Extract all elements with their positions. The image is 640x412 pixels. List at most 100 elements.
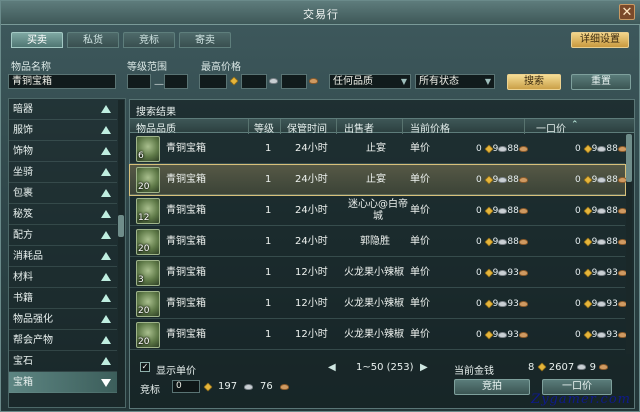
category-item[interactable]: 服饰 [9,120,117,141]
watermark-logo: Zygamer.com [531,392,631,407]
category-label: 服饰 [13,125,33,136]
copper-amount: 9 [589,362,596,373]
scrollbar-thumb[interactable] [626,134,632,182]
max-price-silver-input[interactable] [241,74,267,89]
item-stack-count: 20 [138,337,150,347]
scrollbar-thumb[interactable] [118,215,124,237]
storage-time: 24小时 [295,205,328,216]
buyout-price: 0 9 88 [575,165,627,195]
silver-icon [597,145,607,152]
item-stack-count: 20 [138,244,150,254]
expand-icon [101,315,111,323]
category-item[interactable]: 包裹 [9,183,117,204]
title-bar[interactable]: 交易行 ✕ [1,1,640,25]
quality-select-value: 任何品质 [333,76,373,87]
item-level: 1 [265,329,272,340]
bid-label: 竞标 [140,385,160,396]
table-row[interactable]: 12 青铜宝箱 1 24小时 迷心心@白帝城 单价 0 9 88 0 9 88 [130,196,627,229]
next-page-icon[interactable]: ▶ [420,362,428,373]
tab-private-goods[interactable]: 私货 [67,32,119,48]
bid-button[interactable]: 竞拍 [454,379,530,395]
tab-buy-sell[interactable]: 买卖 [11,32,63,48]
show-unit-price-label: 显示单价 [156,366,196,377]
results-panel: 搜索结果 物品品质 等级 保管时间 出售者 当前价格 一口价 ⌃ 6 青铜宝箱 … [129,99,635,409]
price-label: 单价 [410,298,430,309]
reset-button[interactable]: 重置 [571,74,631,90]
status-select-value: 所有状态 [419,76,459,87]
column-divider [336,119,337,134]
detail-settings-button[interactable]: 详细设置 [571,32,629,48]
category-item[interactable]: 配方 [9,225,117,246]
category-label: 暗器 [13,104,33,115]
table-row[interactable]: 20 青铜宝箱 1 12小时 火龙果小辣椒 单价 0 9 93 0 9 93 [130,320,627,350]
gold-amount: 0 [476,144,482,154]
column-divider [280,119,281,134]
status-select[interactable]: 所有状态 ▼ [415,74,495,89]
table-row[interactable]: 20 青铜宝箱 1 12小时 火龙果小辣椒 单价 0 9 93 0 9 93 [130,289,627,319]
category-item[interactable]: 消耗品 [9,246,117,267]
gold-amount: 0 [476,206,482,216]
current-price: 0 9 93 [476,289,528,319]
item-name-input[interactable]: 青铜宝箱 [8,74,116,89]
col-header-buyout[interactable]: 一口价 [536,120,566,135]
table-row[interactable]: 3 青铜宝箱 1 12小时 火龙果小辣椒 单价 0 9 93 0 9 93 [130,258,627,288]
category-item[interactable]: 帮会产物 [9,330,117,351]
max-price-copper-input[interactable] [281,74,307,89]
silver-icon [244,384,253,390]
bid-gold-input[interactable]: 0 [172,380,200,393]
table-row-selected[interactable]: 20 青铜宝箱 1 24小时 止宴 单价 0 9 88 0 9 88 [129,164,627,196]
category-label: 宝石 [13,356,33,367]
trading-house-window: 交易行 ✕ 买卖 私货 竞标 寄卖 详细设置 物品名称 等级范围 最高价格 青铜… [0,0,640,412]
price-label: 单价 [410,267,430,278]
tab-bidding[interactable]: 竞标 [123,32,175,48]
silver-icon [269,78,278,84]
quality-select[interactable]: 任何品质 ▼ [329,74,411,89]
col-header-level[interactable]: 等级 [254,120,274,135]
gold-icon [229,76,239,86]
level-max-input[interactable] [164,74,188,89]
pagination-text: 1~50 (253) [356,362,414,373]
sidebar-scrollbar[interactable] [118,100,124,406]
seller-name: 郭隐胜 [360,236,390,247]
col-header-quality[interactable]: 物品品质 [136,120,176,135]
category-item[interactable]: 物品强化 [9,309,117,330]
col-header-seller[interactable]: 出售者 [344,120,374,135]
col-header-time[interactable]: 保管时间 [287,120,327,135]
copper-amount: 88 [606,237,618,247]
bid-silver-amount[interactable]: 197 [218,381,237,392]
table-row[interactable]: 6 青铜宝箱 1 24小时 止宴 单价 0 9 88 0 9 88 [130,134,627,164]
col-header-current-price[interactable]: 当前价格 [410,120,450,135]
bid-copper-amount[interactable]: 76 [260,381,273,392]
category-item-selected[interactable]: 宝箱 [9,372,117,393]
tab-consign[interactable]: 寄卖 [179,32,231,48]
copper-amount: 88 [606,175,618,185]
seller-name: 迷心心@白帝城 [342,199,414,229]
category-item[interactable]: 秘笈 [9,204,117,225]
copper-icon [518,331,528,338]
category-item[interactable]: 书籍 [9,288,117,309]
money-display: 8 2607 9 [528,362,609,373]
category-item[interactable]: 暗器 [9,99,117,120]
silver-icon [597,207,607,214]
sort-up-icon[interactable]: ⌃ [571,120,579,130]
category-label: 消耗品 [13,251,43,262]
gold-amount: 0 [575,237,581,247]
category-item[interactable]: 宝石 [9,351,117,372]
copper-amount: 93 [606,299,618,309]
close-icon[interactable]: ✕ [619,4,635,20]
category-label: 书籍 [13,293,33,304]
column-divider [402,119,403,134]
item-stack-count: 20 [138,182,150,192]
category-label: 包裹 [13,188,33,199]
category-item[interactable]: 饰物 [9,141,117,162]
category-item[interactable]: 材料 [9,267,117,288]
show-unit-price-checkbox[interactable]: ✓ [140,362,150,372]
category-item[interactable]: 坐骑 [9,162,117,183]
search-button[interactable]: 搜索 [507,74,561,90]
level-min-input[interactable] [127,74,151,89]
max-price-gold-input[interactable] [199,74,227,89]
results-scrollbar[interactable] [626,134,632,354]
table-row[interactable]: 20 青铜宝箱 1 24小时 郭隐胜 单价 0 9 88 0 9 88 [130,227,627,257]
prev-page-icon[interactable]: ◀ [328,362,336,373]
copper-amount: 88 [507,175,519,185]
